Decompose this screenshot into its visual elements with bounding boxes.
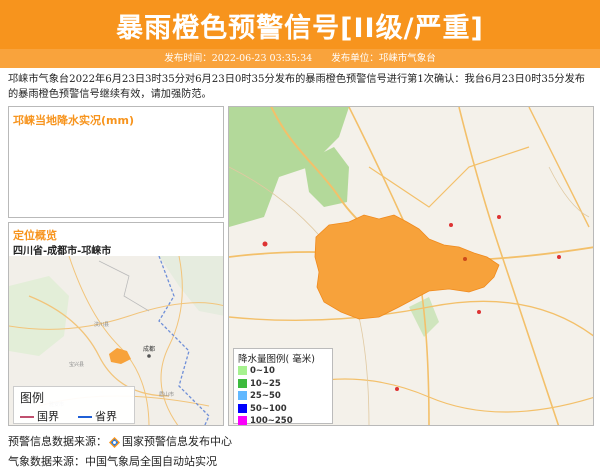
- warning-meta: 发布时间：2022-06-23 03:35:34 发布单位：邛崃市气象台: [0, 49, 600, 68]
- warning-source-label: 预警信息数据来源：: [8, 435, 107, 448]
- warning-source-link[interactable]: 国家预警信息发布中心: [122, 435, 232, 448]
- publish-time: 发布时间：2022-06-23 03:35:34: [164, 53, 313, 64]
- svg-text:宝兴县: 宝兴县: [69, 361, 84, 368]
- svg-text:成都: 成都: [143, 345, 155, 353]
- warning-source: 预警信息数据来源： 国家预警信息发布中心: [8, 433, 232, 449]
- svg-text:眉山市: 眉山市: [159, 391, 174, 398]
- warning-title: 暴雨橙色预警信号[II级/严重]: [116, 13, 484, 44]
- rainfall-map-panel: 降水量图例( 毫米) 0~10 10~25 25~50 50~100 100~2…: [228, 106, 594, 426]
- legend-item-provincial-border: 省界: [78, 408, 117, 424]
- rainfall-legend: 降水量图例( 毫米) 0~10 10~25 25~50 50~100 100~2…: [233, 348, 333, 425]
- rainfall-panel: 邛崃当地降水实况(mm): [8, 106, 224, 218]
- legend-row-0-10: 0~10: [238, 365, 328, 378]
- svg-text:汶川县: 汶川县: [94, 321, 109, 328]
- legend-row-10-25: 10~25: [238, 378, 328, 391]
- location-path: 四川省-成都市-邛崃市: [13, 246, 112, 257]
- swatch-icon: [238, 391, 247, 400]
- legend-row-50-100: 50~100: [238, 403, 328, 416]
- legend-item-national-border: 国界: [20, 408, 59, 424]
- warning-description: 邛崃市气象台2022年6月23日3时35分对6月23日0时35分发布的暴雨橙色预…: [8, 74, 585, 100]
- swatch-icon: [238, 378, 247, 388]
- warning-header: 暴雨橙色预警信号[II级/严重] 发布时间：2022-06-23 03:35:3…: [0, 0, 600, 68]
- rainfall-legend-title: 降水量图例( 毫米): [238, 354, 315, 365]
- legend-row-25-50: 25~50: [238, 390, 328, 403]
- overview-legend: 图例 国界 省界: [13, 386, 135, 424]
- warning-center-logo-icon: [109, 436, 120, 448]
- national-border-line-icon: [20, 416, 34, 418]
- location-panel-title: 定位概览: [13, 229, 57, 242]
- swatch-icon: [238, 366, 247, 375]
- swatch-icon: [238, 416, 247, 425]
- publisher: 发布单位：邛崃市气象台: [331, 53, 436, 64]
- weather-source: 气象数据来源：中国气象局全国自动站实况: [8, 455, 217, 468]
- provincial-border-line-icon: [78, 416, 92, 418]
- overview-legend-title: 图例: [20, 391, 45, 405]
- location-panel: 定位概览 四川省-成都市-邛崃市 成都 汶川县 宝兴县 眉山市 雅安市 图例 国…: [8, 222, 224, 426]
- swatch-icon: [238, 403, 247, 413]
- rainfall-panel-title: 邛崃当地降水实况(mm): [13, 114, 134, 127]
- legend-row-100-250: 100~250: [238, 415, 328, 425]
